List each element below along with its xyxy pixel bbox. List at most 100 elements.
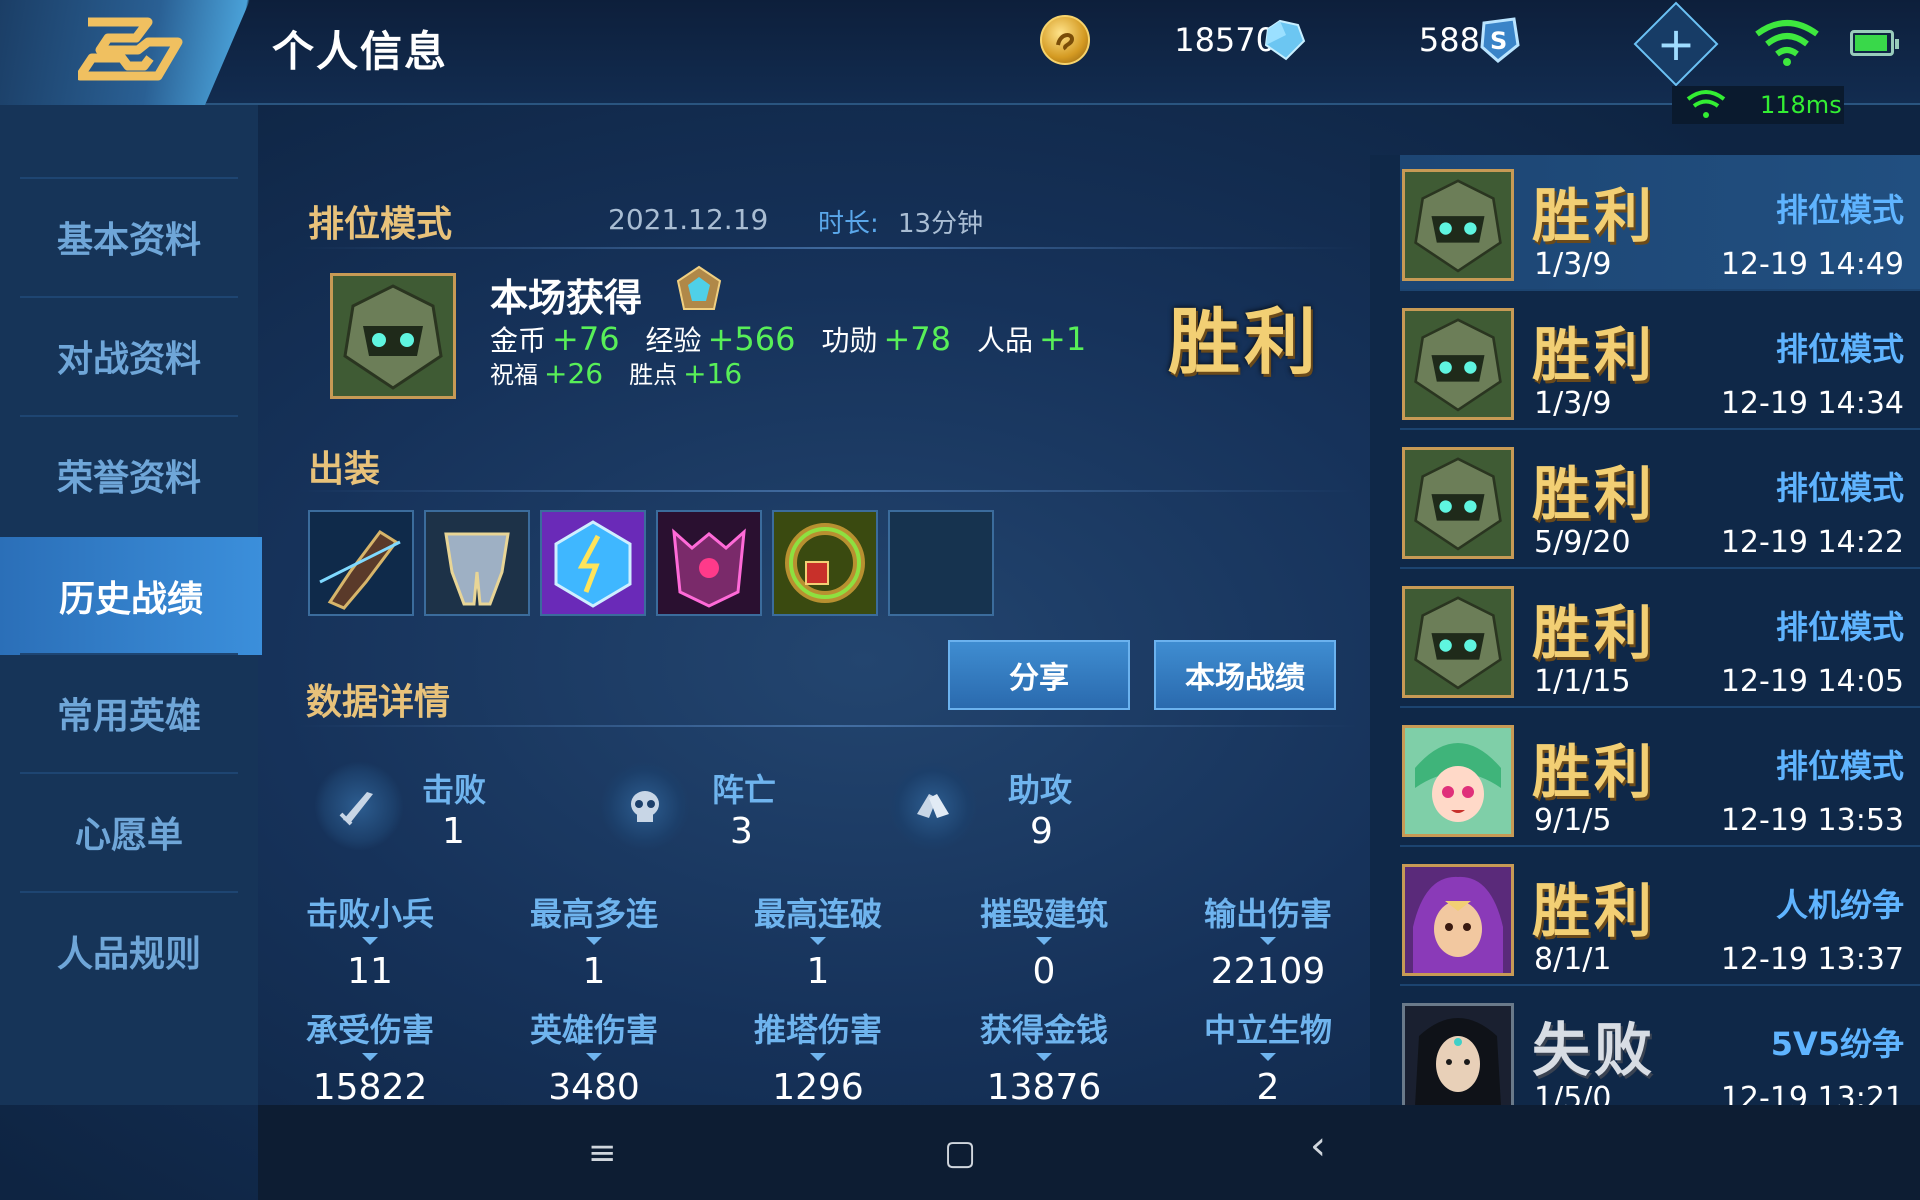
stat-value: 1 <box>806 951 830 992</box>
history-entry[interactable]: 胜利 5/9/20 排位模式 12-19 14:22 <box>1400 433 1920 569</box>
gold-value: 18570 <box>1174 21 1276 59</box>
top-bar: 个人信息 18570 588 S 0 + <box>0 0 1920 105</box>
hero-avatar <box>1402 308 1514 420</box>
stat-label: 中立生物 <box>1203 1011 1332 1049</box>
back-nav-icon[interactable]: ‹ <box>1310 1123 1326 1169</box>
stat-label: 摧毁建筑 <box>979 895 1108 933</box>
hero-avatar <box>1402 1003 1514 1115</box>
match-mode: 排位模式 <box>308 204 453 245</box>
divider <box>298 725 1358 727</box>
stat-value: 1296 <box>772 1067 864 1108</box>
history-entry[interactable]: 胜利 1/1/15 排位模式 12-19 14:05 <box>1400 572 1920 708</box>
home-icon[interactable]: ▢ <box>944 1133 976 1173</box>
gains-line-2: 祝福 +26 胜点 +16 <box>490 355 768 390</box>
history-kda: 9/1/5 <box>1534 803 1612 838</box>
stat-minion-kills: 击败小兵 11 <box>280 889 460 992</box>
gains-title: 本场获得 <box>490 276 643 320</box>
battery-icon <box>1850 30 1899 56</box>
back-button[interactable] <box>0 0 250 105</box>
kill-sword-icon <box>314 761 404 851</box>
menu-icon[interactable]: ≡ <box>588 1133 617 1173</box>
history-mode: 5V5纷争 <box>1770 1025 1904 1063</box>
kills-value: 1 <box>442 811 465 852</box>
history-time: 12-19 14:05 <box>1720 664 1904 699</box>
history-time: 12-19 13:37 <box>1720 942 1904 977</box>
history-kda: 8/1/1 <box>1534 942 1612 977</box>
exp-gain-value: +566 <box>707 320 796 358</box>
duration-label: 时长: <box>818 209 879 239</box>
coupon-shield-icon: S <box>1474 15 1524 65</box>
stat-value: 13876 <box>986 1067 1102 1108</box>
hero-avatar <box>330 273 456 399</box>
history-entry[interactable]: 胜利 9/1/5 排位模式 12-19 13:53 <box>1400 711 1920 847</box>
system-nav-bar: ≡ ▢ ‹ <box>258 1105 1920 1200</box>
sidebar-item-credit-rules[interactable]: 人品规则 <box>20 891 238 1009</box>
merit-gain-value: +78 <box>883 320 951 358</box>
equipment-title: 出装 <box>308 449 381 490</box>
share-button[interactable]: 分享 <box>948 640 1130 710</box>
scoreboard-button[interactable]: 本场战绩 <box>1154 640 1336 710</box>
blessing-gain-label: 祝福 <box>490 361 538 389</box>
equipment-slot-empty <box>888 510 994 616</box>
sidebar-item-common-heroes[interactable]: 常用英雄 <box>20 653 238 771</box>
stat-value: 15822 <box>312 1067 428 1108</box>
equipment-item-gauntlet[interactable] <box>308 510 414 616</box>
rank-badge-icon <box>676 265 722 310</box>
history-entry[interactable]: 胜利 1/3/9 排位模式 12-19 14:49 <box>1400 155 1920 291</box>
points-gain-value: +16 <box>683 357 743 390</box>
sidebar-item-honor-info[interactable]: 荣誉资料 <box>20 415 238 533</box>
stat-neutral-monsters: 中立生物 2 <box>1178 1005 1358 1108</box>
equipment-item-jade-ring[interactable] <box>772 510 878 616</box>
history-kda: 1/1/15 <box>1534 664 1631 699</box>
stat-label: 推塔伤害 <box>753 1011 882 1049</box>
match-detail-panel: 排位模式 2021.12.19 时长: 13分钟 本场获得 金币 +76 经验 +56… <box>258 105 1370 1108</box>
gains-line-1: 金币 +76 经验 +566 功勋 +78 人品 +1 <box>490 319 1112 359</box>
stat-label: 最高多连 <box>529 895 658 933</box>
equipment-item-demon-armor[interactable] <box>656 510 762 616</box>
death-skull-icon <box>600 761 690 851</box>
stat-max-multikill: 最高多连 1 <box>504 889 684 992</box>
stat-damage-dealt: 输出伤害 22109 <box>1178 889 1358 992</box>
sidebar: 基本资料 对战资料 荣誉资料 历史战绩 常用英雄 心愿单 人品规则 <box>0 105 262 1105</box>
hero-avatar <box>1402 586 1514 698</box>
stat-label: 英雄伤害 <box>529 1011 658 1049</box>
assists-label: 助攻 <box>1008 771 1073 809</box>
history-entry[interactable]: 胜利 1/3/9 排位模式 12-19 14:34 <box>1400 294 1920 430</box>
stat-hero-damage: 英雄伤害 3480 <box>504 1005 684 1108</box>
history-entry[interactable]: 胜利 8/1/1 人机纷争 12-19 13:37 <box>1400 850 1920 986</box>
history-result: 胜利 <box>1532 460 1657 528</box>
match-result: 胜利 <box>1168 299 1321 384</box>
stat-value: 3480 <box>548 1067 640 1108</box>
equipment-item-armor-boots[interactable] <box>424 510 530 616</box>
stat-label: 最高连破 <box>753 895 882 933</box>
sidebar-item-match-history[interactable]: 历史战绩 <box>0 537 262 655</box>
sidebar-item-basic-info[interactable]: 基本资料 <box>20 177 238 295</box>
history-result: 胜利 <box>1532 321 1657 389</box>
svg-text:S: S <box>1490 27 1507 55</box>
history-mode: 排位模式 <box>1775 469 1904 507</box>
history-time: 12-19 14:22 <box>1720 525 1904 560</box>
ping-indicator: 118ms <box>1672 86 1844 124</box>
points-gain-label: 胜点 <box>629 361 678 389</box>
sidebar-item-battle-info[interactable]: 对战资料 <box>20 296 238 414</box>
history-result: 胜利 <box>1532 182 1657 250</box>
assists-value: 9 <box>1030 811 1053 852</box>
back-arrow-icon <box>78 17 183 81</box>
gold-coin-icon <box>1040 15 1090 65</box>
merit-gain-label: 功勋 <box>821 324 878 357</box>
blessing-gain-value: +26 <box>544 357 604 390</box>
plus-icon: + <box>1656 17 1696 71</box>
history-kda: 1/3/9 <box>1534 247 1612 282</box>
equipment-item-crystal[interactable] <box>540 510 646 616</box>
sidebar-item-wishlist[interactable]: 心愿单 <box>20 772 238 890</box>
divider <box>298 247 1358 249</box>
hero-avatar <box>1402 169 1514 281</box>
match-history-list: 胜利 1/3/9 排位模式 12-19 14:49 胜利 1/3/9 排位模式 … <box>1370 155 1920 1135</box>
duration-value: 13分钟 <box>898 209 984 239</box>
credit-gain-value: +1 <box>1039 320 1087 358</box>
stat-gold-earned: 获得金钱 13876 <box>954 1005 1134 1108</box>
deaths-value: 3 <box>730 811 753 852</box>
deaths-label: 阵亡 <box>712 771 777 809</box>
gold-counter: 18570 <box>1040 14 1276 66</box>
stat-value: 0 <box>1032 951 1056 992</box>
